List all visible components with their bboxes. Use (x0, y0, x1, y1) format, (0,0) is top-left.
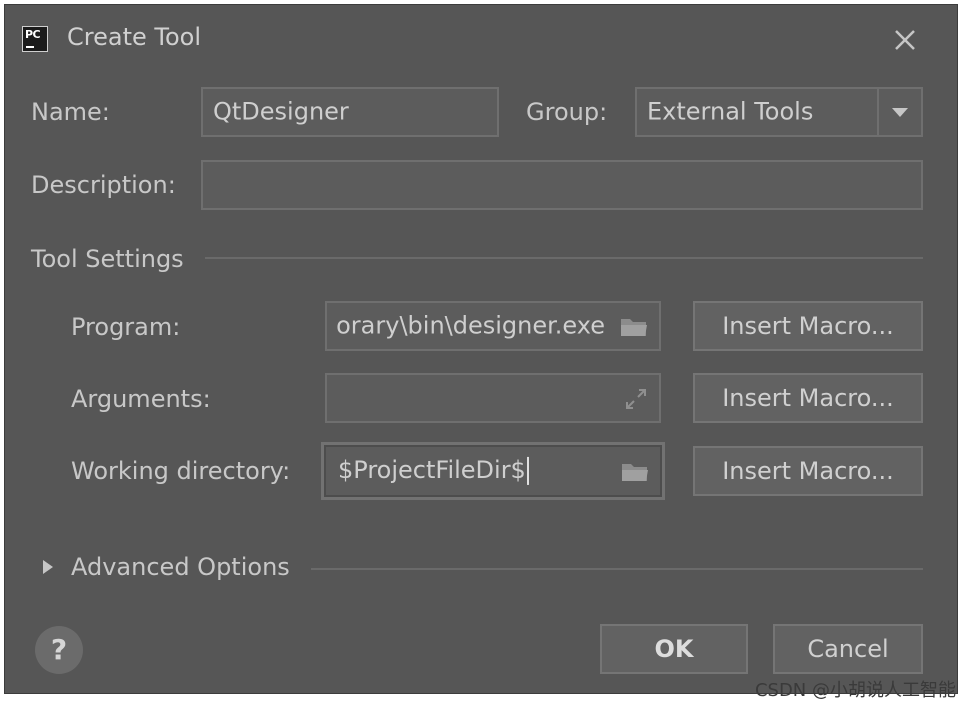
group-select[interactable]: External Tools (635, 87, 923, 137)
arguments-input[interactable] (325, 373, 661, 423)
group-label: Group: (526, 98, 608, 126)
name-label: Name: (31, 98, 110, 126)
text-caret (526, 456, 529, 485)
advanced-options-toggle[interactable]: Advanced Options (71, 553, 290, 581)
arguments-label: Arguments: (71, 385, 211, 413)
advanced-divider (311, 568, 923, 570)
chevron-down-icon[interactable] (877, 89, 921, 135)
help-icon[interactable]: ? (35, 626, 83, 674)
program-input[interactable]: orary\bin\designer.exe (325, 301, 661, 351)
group-value: External Tools (647, 97, 814, 126)
description-label: Description: (31, 171, 176, 199)
folder-icon[interactable] (619, 315, 649, 339)
tool-settings-heading: Tool Settings (31, 245, 184, 273)
working-directory-input[interactable]: $ProjectFileDir$ (321, 442, 665, 500)
cancel-button[interactable]: Cancel (773, 624, 923, 674)
working-directory-label: Working directory: (71, 457, 291, 485)
program-value: orary\bin\designer.exe (336, 311, 605, 340)
name-input[interactable]: QtDesigner (201, 87, 499, 137)
program-label: Program: (71, 313, 181, 341)
expand-icon[interactable] (623, 386, 649, 412)
dialog-title: Create Tool (67, 23, 201, 51)
triangle-right-icon[interactable] (41, 559, 55, 575)
folder-icon[interactable] (620, 460, 650, 484)
program-insert-macro-button[interactable]: Insert Macro... (693, 301, 923, 351)
name-value: QtDesigner (213, 97, 349, 126)
section-divider (205, 257, 923, 259)
pycharm-icon: PC (22, 26, 48, 52)
watermark: CSDN @小胡说人工智能 (754, 680, 956, 701)
working-directory-value: $ProjectFileDir$ (338, 455, 526, 484)
ok-button[interactable]: OK (600, 624, 748, 674)
close-icon[interactable] (890, 25, 920, 55)
create-tool-dialog: PC Create Tool Name: QtDesigner Group: E… (4, 4, 958, 694)
working-directory-insert-macro-button[interactable]: Insert Macro... (693, 446, 923, 496)
description-input[interactable] (201, 160, 923, 210)
arguments-insert-macro-button[interactable]: Insert Macro... (693, 373, 923, 423)
